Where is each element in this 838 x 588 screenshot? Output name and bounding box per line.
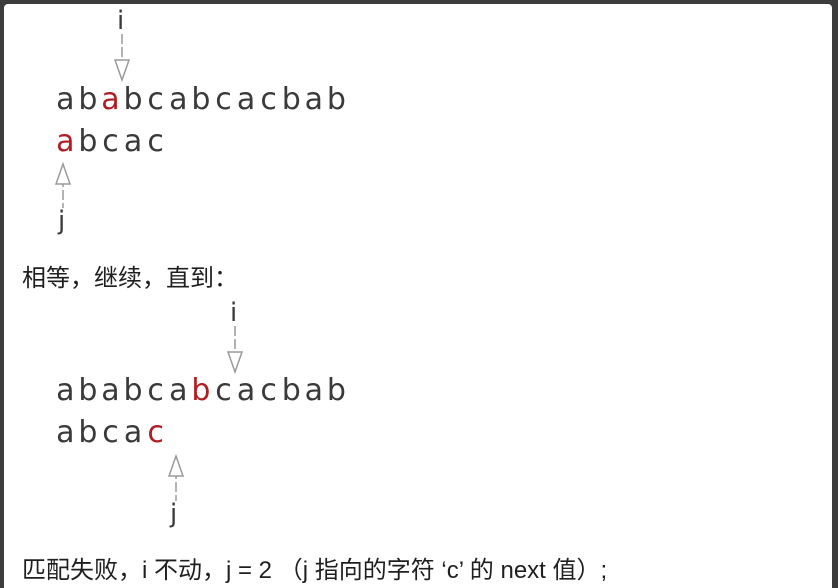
content-panel: i ababcabcacbab abcac j 相等，继续，直到： i abab… (4, 4, 832, 588)
arrow-i-2-head (226, 351, 244, 375)
window-frame: i ababcabcacbab abcac j 相等，继续，直到： i abab… (0, 0, 838, 588)
arrow-i-1-head (113, 59, 131, 83)
pointer-arrows (54, 34, 244, 501)
arrow-j-2-head (167, 453, 185, 477)
arrow-j-1-head (54, 161, 72, 185)
